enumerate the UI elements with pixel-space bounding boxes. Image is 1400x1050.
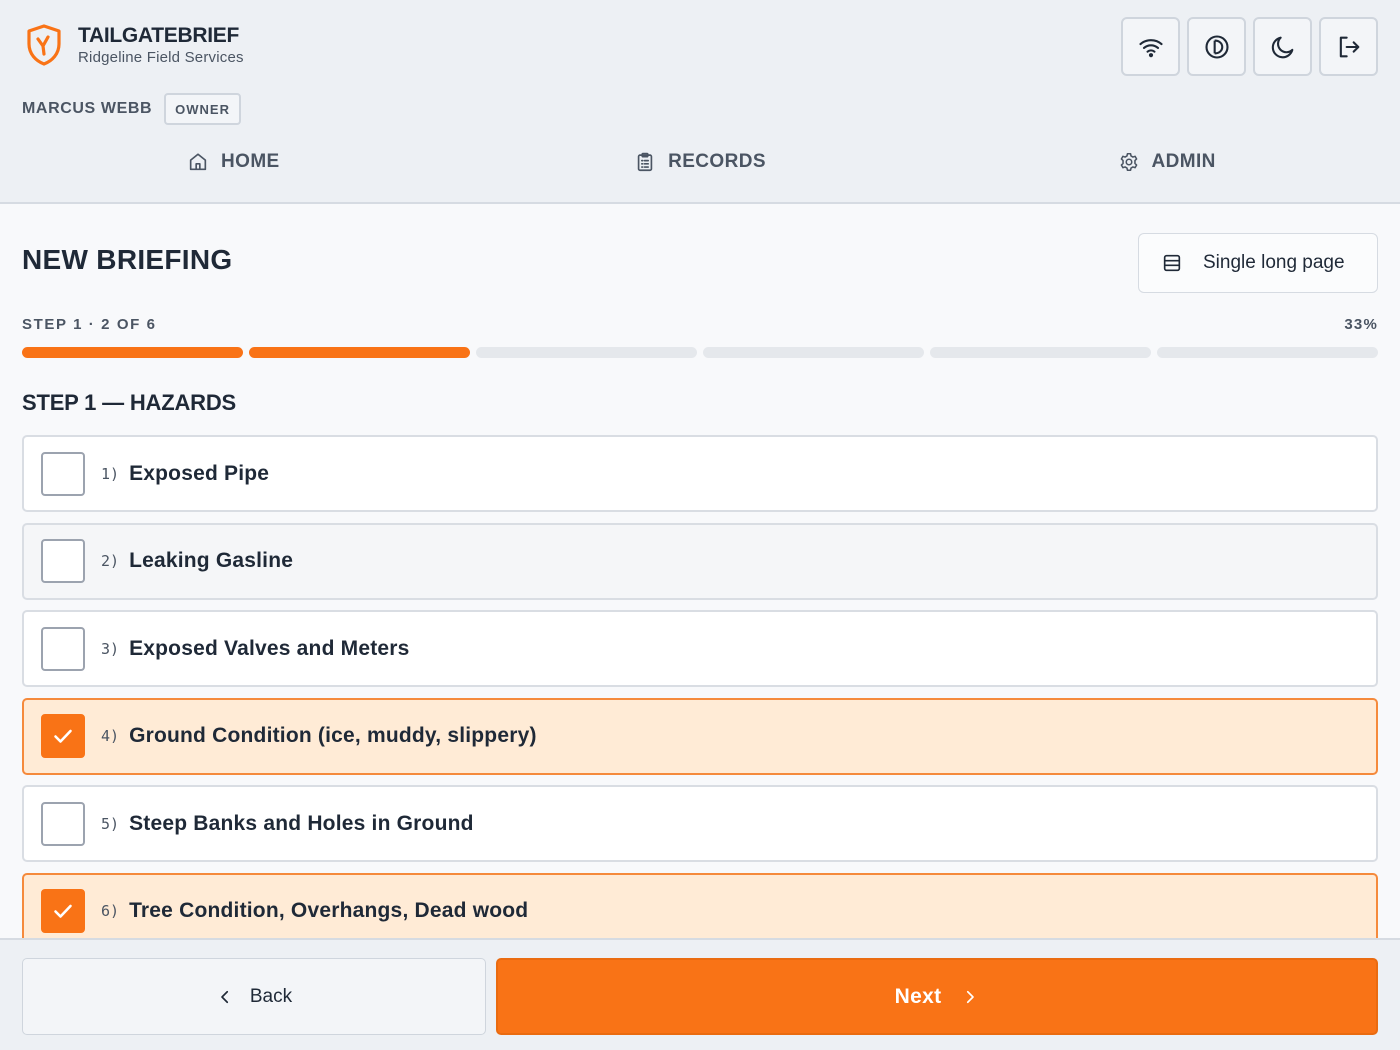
back-label: Back [249, 985, 293, 1007]
hazard-number: 3) [101, 639, 120, 658]
hazard-label: Exposed Valves and Meters [129, 636, 410, 660]
logout-button[interactable] [1319, 17, 1378, 76]
progress-segment [249, 347, 470, 358]
hazard-checkbox[interactable] [41, 801, 85, 846]
moon-icon [1271, 36, 1293, 58]
hazard-label: Steep Banks and Holes in Ground [129, 811, 474, 835]
hazard-checkbox[interactable] [41, 539, 85, 583]
progress-segment [703, 347, 924, 358]
chevron-right-icon [967, 990, 975, 1003]
hazard-checkbox[interactable] [41, 889, 85, 933]
hazard-label: Leaking Gasline [129, 549, 294, 572]
hazard-label: Exposed Pipe [129, 461, 270, 485]
section-title: STEP 1 — HAZARDS [22, 390, 236, 415]
nav-item-label: ADMIN [1151, 151, 1216, 172]
user-name: MARCUS WEBB [22, 100, 153, 117]
checkmark-icon [54, 904, 72, 918]
hazard-list: 1) Exposed Pipe 2) Leaking Gasline 3) Exposed… [22, 435, 1378, 960]
hazard-checkbox[interactable] [41, 451, 85, 496]
gear-icon [1120, 152, 1137, 172]
nav-item-label: HOME [221, 151, 280, 172]
hazard-checkbox[interactable] [41, 714, 85, 758]
dark-mode-button[interactable] [1253, 17, 1312, 76]
brand: TAILGATEBRIEF Ridgeline Field Services [24, 22, 244, 68]
app-header: TAILGATEBRIEF Ridgeline Field Services M… [0, 0, 1400, 204]
progress-segment [22, 347, 243, 358]
hazard-checkbox[interactable] [41, 626, 85, 671]
footer-bar: Back Next [0, 938, 1400, 1050]
hazard-number: 6) [101, 902, 120, 920]
hazard-label: Ground Condition (ice, muddy, slippery) [129, 724, 537, 747]
home-icon [189, 153, 207, 171]
view-mode-button[interactable]: Single long page [1138, 233, 1378, 293]
hazard-item[interactable]: 1) Exposed Pipe [22, 435, 1378, 512]
user-info: MARCUS WEBB OWNER [22, 93, 241, 125]
next-label: Next [894, 984, 942, 1008]
progress-percent: 33% [1344, 316, 1378, 333]
toolbar [1121, 17, 1378, 76]
progress-segment [930, 347, 1151, 358]
back-button[interactable]: Back [22, 958, 486, 1035]
hazard-item[interactable]: 3) Exposed Valves and Meters [22, 610, 1378, 687]
chevron-left-icon [221, 990, 228, 1003]
progress-segment [476, 347, 697, 358]
view-mode-label: Single long page [1203, 252, 1345, 273]
next-button[interactable]: Next [496, 958, 1378, 1035]
hazard-number: 4) [101, 727, 120, 745]
hazard-label: Tree Condition, Overhangs, Dead wood [129, 899, 529, 922]
logout-icon [1339, 36, 1359, 57]
nav-item-records[interactable]: RECORDS [467, 140, 934, 184]
hazard-number: 2) [101, 552, 120, 570]
checkmark-icon [54, 729, 72, 743]
wifi-icon [1138, 38, 1163, 57]
wifi-button[interactable] [1121, 17, 1180, 76]
hazard-item[interactable]: 2) Leaking Gasline [22, 522, 1378, 600]
progress-segment [1157, 347, 1378, 358]
contrast-icon [1204, 34, 1229, 59]
layout-rows-icon [1163, 254, 1181, 272]
shield-logo-icon [27, 24, 61, 66]
progress-bar [22, 347, 1378, 358]
app-name: TAILGATEBRIEF [78, 24, 239, 47]
nav-item-label: RECORDS [668, 151, 766, 172]
company-name: Ridgeline Field Services [78, 49, 244, 66]
hazard-item[interactable]: 4) Ground Condition (ice, muddy, slippery… [22, 697, 1378, 775]
page-title: NEW BRIEFING [22, 244, 233, 275]
progress-label: STEP 1 · 2 OF 6 [22, 316, 157, 333]
nav-item-home[interactable]: HOME [0, 140, 467, 184]
hazard-number: 5) [101, 814, 120, 833]
clipboard-icon [637, 152, 653, 172]
hazard-number: 1) [101, 464, 120, 483]
contrast-button[interactable] [1187, 17, 1246, 76]
nav-item-admin[interactable]: ADMIN [933, 140, 1400, 184]
main-nav: HOME RECORDS ADMIN [0, 140, 1400, 184]
role-badge: OWNER [164, 93, 241, 125]
hazard-item[interactable]: 5) Steep Banks and Holes in Ground [22, 785, 1378, 862]
